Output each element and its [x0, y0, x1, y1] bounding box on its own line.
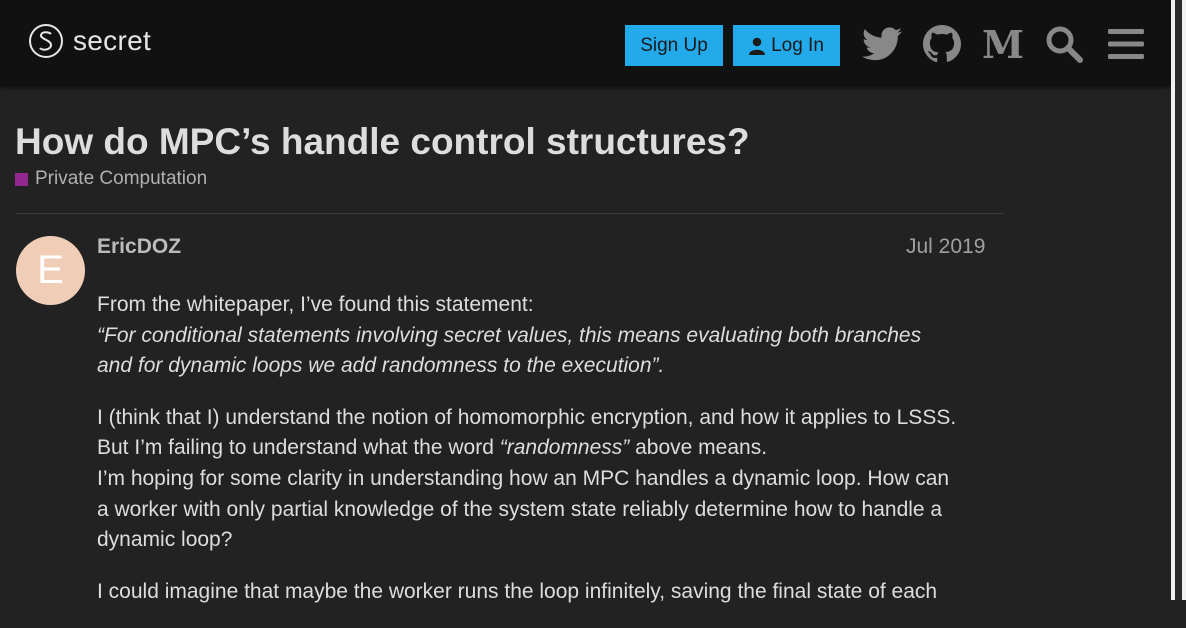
category-color-badge — [15, 172, 28, 186]
avatar[interactable]: E — [16, 236, 85, 305]
title-divider — [15, 213, 1004, 214]
medium-icon[interactable]: M — [982, 22, 1024, 67]
hamburger-menu-icon[interactable] — [1106, 24, 1146, 64]
sign-up-button[interactable]: Sign Up — [625, 25, 723, 66]
site-logo[interactable]: secret — [29, 24, 151, 58]
search-icon[interactable] — [1044, 24, 1084, 64]
post-text-line: a worker with only partial knowledge of … — [97, 497, 943, 521]
post-text-line: dynamic loop? — [97, 528, 233, 552]
log-in-button[interactable]: Log In — [733, 25, 840, 66]
post-date[interactable]: Jul 2019 — [906, 235, 985, 259]
site-header: secret Sign Up Log In M — [0, 0, 1171, 86]
twitter-icon[interactable] — [862, 24, 902, 64]
post-body: From the whitepaper, I’ve found this sta… — [97, 290, 992, 628]
category-label: Private Computation — [35, 168, 208, 189]
post-text-line: I could imagine that maybe the worker ru… — [97, 579, 938, 603]
logo-text: secret — [73, 25, 152, 56]
post-paragraph: I (think that I) understand the notion o… — [97, 403, 992, 556]
post-text-line: From the whitepaper, I’ve found this sta… — [97, 293, 534, 316]
post-paragraph: I could imagine that maybe the worker ru… — [97, 577, 992, 608]
post-paragraph: From the whitepaper, I’ve found this sta… — [97, 290, 992, 382]
post-text-fragment: above means. — [629, 436, 768, 460]
user-icon — [749, 37, 766, 55]
quote-text-line: “For conditional statements involving se… — [97, 323, 922, 347]
logo-icon — [29, 24, 63, 58]
post-text-line: I (think that I) understand the notion o… — [97, 405, 957, 429]
quote-text-line: and for dynamic loops we add randomness … — [97, 354, 665, 378]
topic-title[interactable]: How do MPC’s handle control structures? — [15, 121, 750, 163]
scrollbar-thumb[interactable] — [1175, 0, 1182, 600]
emphasized-word: “randomness” — [499, 436, 630, 460]
post-author[interactable]: EricDOZ — [97, 235, 181, 259]
log-in-label: Log In — [771, 34, 824, 56]
github-icon[interactable] — [922, 24, 962, 64]
post-text-line: But I’m failing to understand what the w… — [97, 433, 992, 464]
category-link[interactable]: Private Computation — [15, 168, 207, 190]
post-text-fragment: But I’m failing to understand what the w… — [97, 436, 500, 460]
post-text-line: I’m hoping for some clarity in understan… — [97, 466, 950, 490]
